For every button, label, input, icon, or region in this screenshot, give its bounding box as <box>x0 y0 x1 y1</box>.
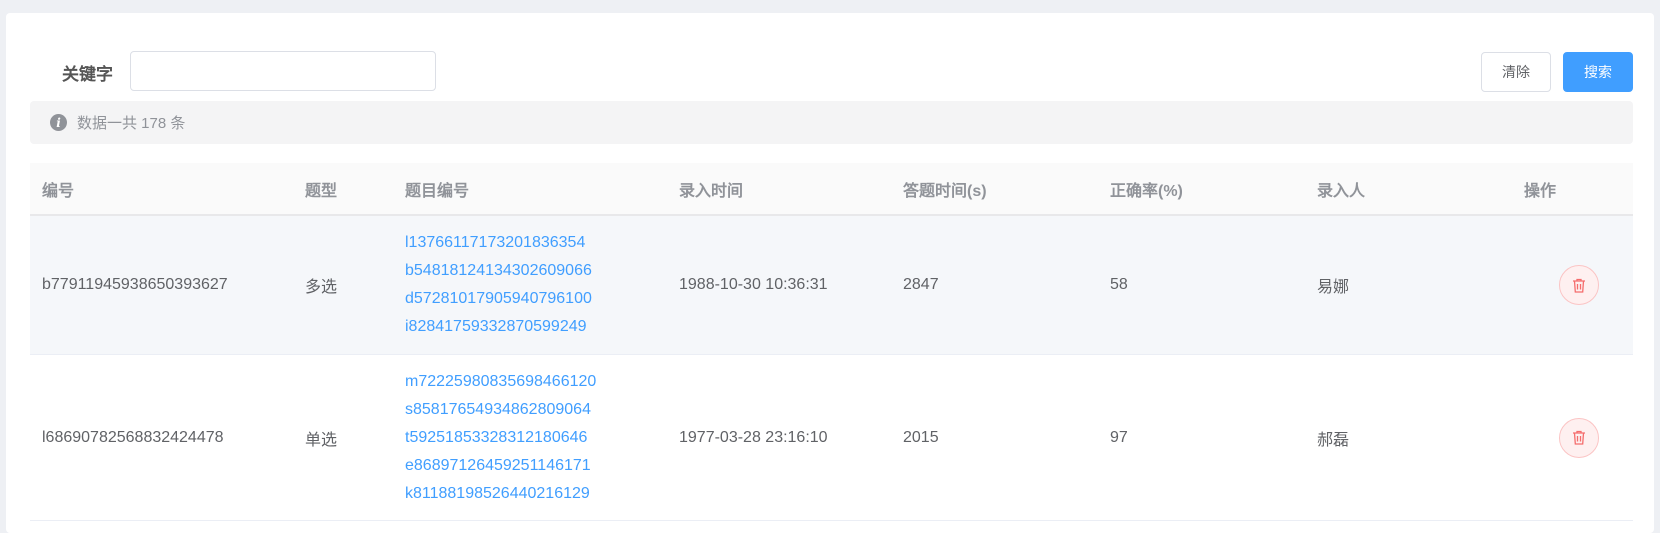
delete-button[interactable] <box>1558 265 1599 305</box>
cell-question-ids: m72225980835698466120 s85817654934862809… <box>405 368 679 508</box>
cell-creator: 郝磊 <box>1317 431 1350 449</box>
header-accuracy[interactable]: 正确率(%) <box>1110 177 1317 201</box>
table-row: l68690782568832424478 单选 m72225980835698… <box>30 355 1633 521</box>
data-table: 编号 题型 题目编号 录入时间 答题时间(s) 正确率(%) 录入人 操作 b7… <box>30 163 1633 521</box>
question-id-link[interactable]: b54818124134302609066 <box>405 257 679 285</box>
header-id[interactable]: 编号 <box>30 177 305 201</box>
record-count-text: 数据一共 178 条 <box>77 115 186 132</box>
keyword-input[interactable] <box>130 51 436 91</box>
question-id-link[interactable]: e86897126459251146171 <box>405 452 679 480</box>
question-id-link[interactable]: i82841759332870599249 <box>405 313 679 341</box>
cell-duration: 2015 <box>903 428 939 446</box>
cell-id: l68690782568832424478 <box>42 428 224 446</box>
question-id-link[interactable]: l13766117173201836354 <box>405 229 679 257</box>
question-id-link[interactable]: m72225980835698466120 <box>405 368 679 396</box>
question-id-link[interactable]: t59251853328312180646 <box>405 424 679 452</box>
clear-button[interactable]: 清除 <box>1481 52 1551 92</box>
info-icon: i <box>50 114 67 131</box>
info-alert: i 数据一共 178 条 <box>30 101 1633 144</box>
header-created-time[interactable]: 录入时间 <box>679 177 903 201</box>
cell-accuracy: 58 <box>1110 276 1128 293</box>
cell-created-time: 1977-03-28 23:16:10 <box>679 428 828 446</box>
trash-icon <box>1572 278 1585 293</box>
main-card: 关键字 清除 搜索 i 数据一共 178 条 编号 题型 题目编号 录入时间 答… <box>6 13 1654 533</box>
cell-id: b77911945938650393627 <box>42 276 228 293</box>
table-header: 编号 题型 题目编号 录入时间 答题时间(s) 正确率(%) 录入人 操作 <box>30 163 1633 216</box>
header-actions: 操作 <box>1524 182 1557 200</box>
trash-icon <box>1572 430 1585 445</box>
header-question-ids[interactable]: 题目编号 <box>405 177 679 201</box>
cell-created-time: 1988-10-30 10:36:31 <box>679 276 828 293</box>
table-row: b77911945938650393627 多选 l13766117173201… <box>30 216 1633 355</box>
cell-accuracy: 97 <box>1110 428 1128 446</box>
cell-question-ids: l13766117173201836354 b54818124134302609… <box>405 229 679 341</box>
cell-actions <box>1524 417 1633 458</box>
header-duration[interactable]: 答题时间(s) <box>903 177 1110 201</box>
keyword-label: 关键字 <box>62 65 113 84</box>
header-creator[interactable]: 录入人 <box>1317 177 1524 201</box>
search-button[interactable]: 搜索 <box>1563 52 1633 92</box>
header-type[interactable]: 题型 <box>305 177 405 201</box>
cell-type: 多选 <box>305 279 338 296</box>
cell-actions <box>1524 265 1633 305</box>
cell-creator: 易娜 <box>1317 279 1350 296</box>
cell-duration: 2847 <box>903 276 939 293</box>
question-id-link[interactable]: s85817654934862809064 <box>405 396 679 424</box>
delete-button[interactable] <box>1558 417 1599 458</box>
question-id-link[interactable]: k81188198526440216129 <box>405 480 679 508</box>
question-id-link[interactable]: d57281017905940796100 <box>405 285 679 313</box>
cell-type: 单选 <box>305 431 338 449</box>
